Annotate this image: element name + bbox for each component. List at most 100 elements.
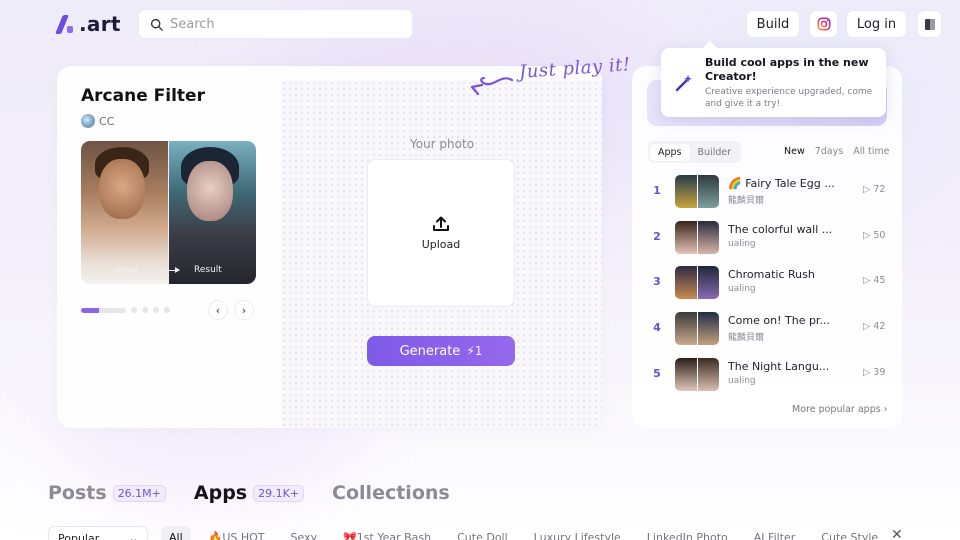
magic-wand-icon [675, 75, 692, 92]
generate-label: Generate [399, 343, 461, 359]
more-popular-apps-link[interactable]: More popular apps › [792, 404, 888, 415]
logo-text: .art [79, 12, 121, 36]
app-thumbnail [675, 175, 719, 208]
ranking-item[interactable]: 2 The colorful wall ... ualing ▷ 50 [648, 220, 891, 256]
app-thumbnail [675, 358, 719, 391]
carousel-dot[interactable] [153, 307, 159, 313]
category-chips: All 🔥US HOT Sexy 🎀1st Year Bash Cute Dol… [161, 526, 886, 540]
carousel-dot[interactable] [142, 307, 148, 313]
tab-posts[interactable]: Posts 26.1M+ [48, 482, 166, 504]
chip[interactable]: Cute Doll [449, 526, 516, 540]
rank-number: 5 [653, 367, 661, 380]
range-new[interactable]: New [784, 146, 805, 157]
time-range-filter: New 7days All time [784, 146, 889, 157]
chip[interactable]: 🔥US HOT [201, 526, 273, 540]
logo-mark-icon [55, 14, 77, 34]
app-thumbnail [675, 312, 719, 345]
search-box[interactable] [138, 9, 413, 39]
close-icon[interactable]: ✕ [891, 527, 903, 540]
ranking-item-title: The colorful wall ... [728, 223, 833, 236]
play-count: ▷ 50 [863, 230, 886, 241]
tooltip-title: Build cool apps in the new Creator! [705, 56, 869, 83]
chip[interactable]: Sexy [283, 526, 326, 540]
book-icon [924, 18, 935, 30]
author-name: CC [99, 114, 115, 128]
build-button[interactable]: Build [746, 10, 800, 38]
play-icon: ▷ [863, 321, 871, 332]
play-count: ▷ 39 [863, 367, 886, 378]
chip[interactable]: LinkedIn Photo [639, 526, 736, 540]
chevron-left-icon: ‹ [215, 303, 221, 317]
ranking-item-author: 龍麟貝爾 [728, 196, 765, 206]
count-badge: 29.1K+ [253, 484, 305, 502]
photo-label: Your photo [410, 137, 475, 151]
tab-apps-main[interactable]: Apps 29.1K+ [194, 482, 305, 504]
range-7days[interactable]: 7days [815, 146, 843, 157]
chip[interactable]: Cute Style [813, 526, 886, 540]
theme-toggle-button[interactable] [917, 10, 942, 38]
rank-number: 4 [653, 321, 661, 334]
app-thumbnail [675, 221, 719, 254]
app-thumbnail [675, 266, 719, 299]
creator-tooltip[interactable]: Build cool apps in the new Creator! Crea… [661, 48, 886, 117]
ranking-item[interactable]: 1 🌈 Fairy Tale Egg ... 龍麟貝爾 ▷ 72 [648, 174, 891, 210]
upload-dropzone[interactable]: Upload [367, 159, 515, 307]
ranking-item[interactable]: 3 Chromatic Rush ualing ▷ 45 [648, 265, 891, 301]
app-title: Arcane Filter [81, 86, 205, 106]
preview-result-label: Result [194, 265, 222, 275]
play-icon: ▷ [863, 367, 871, 378]
carousel-next-button[interactable]: › [234, 300, 254, 320]
preview-image: Input Result [81, 141, 256, 284]
carousel-dots[interactable] [81, 307, 170, 313]
carousel-dot[interactable] [131, 307, 137, 313]
play-icon: ▷ [863, 184, 871, 195]
logo[interactable]: .art [55, 12, 121, 36]
chip[interactable]: 🎀1st Year Bash [335, 526, 439, 540]
play-hint: Just play it! [518, 54, 632, 83]
carousel-prev-button[interactable]: ‹ [208, 300, 228, 320]
tooltip-body: Creative experience upgraded, come and g… [705, 87, 873, 109]
app-author[interactable]: CC [81, 114, 114, 128]
ranking-tabs: Apps Builder [648, 141, 742, 163]
curved-arrow-icon [470, 76, 514, 96]
ranking-item-author: ualing [728, 376, 756, 386]
login-button[interactable]: Log in [846, 10, 907, 38]
chip[interactable]: All [161, 526, 191, 540]
upload-label: Upload [421, 237, 461, 251]
range-all-time[interactable]: All time [853, 146, 889, 157]
search-input[interactable] [170, 16, 390, 32]
chevron-right-icon: › [241, 303, 247, 317]
avatar [81, 114, 95, 128]
chip[interactable]: AI Filter [746, 526, 804, 540]
preview-input-label: Input [116, 265, 140, 275]
input-photo [81, 141, 168, 284]
tab-apps[interactable]: Apps [650, 143, 690, 161]
tab-builder[interactable]: Builder [690, 144, 740, 161]
rank-number: 1 [653, 184, 661, 197]
carousel-dot-active[interactable] [81, 307, 126, 313]
play-icon: ▷ [863, 275, 871, 286]
ranking-item-author: ualing [728, 239, 756, 249]
play-count: ▷ 42 [863, 321, 886, 332]
search-icon [150, 18, 163, 31]
upload-icon [433, 216, 449, 231]
ranking-item[interactable]: 4 Come on! The pr... 龍麟貝爾 ▷ 42 [648, 311, 891, 347]
ranking-item[interactable]: 5 The Night Langu... ualing ▷ 39 [648, 357, 891, 393]
lightning-icon: ⚡ [466, 344, 475, 358]
rank-number: 3 [653, 275, 661, 288]
play-count: ▷ 72 [863, 184, 886, 195]
ranking-item-title: 🌈 Fairy Tale Egg ... [728, 177, 835, 190]
ranking-item-author: 龍麟貝爾 [728, 333, 765, 343]
play-icon: ▷ [863, 230, 871, 241]
sort-select[interactable]: Popular ⌄ [48, 526, 148, 540]
ranking-item-title: The Night Langu... [728, 360, 830, 373]
play-count: ▷ 45 [863, 275, 886, 286]
ranking-item-author: ualing [728, 284, 756, 294]
instagram-button[interactable] [809, 10, 838, 38]
carousel-dot[interactable] [164, 307, 170, 313]
generate-button[interactable]: Generate ⚡1 [367, 336, 515, 366]
credit-cost: ⚡1 [466, 344, 483, 358]
filter-row: Popular ⌄ All 🔥US HOT Sexy 🎀1st Year Bash… [48, 526, 948, 540]
tab-collections[interactable]: Collections [332, 482, 450, 504]
chip[interactable]: Luxury Lifestyle [526, 526, 629, 540]
